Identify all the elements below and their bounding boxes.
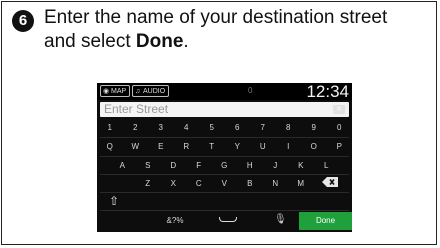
key-a[interactable]: A (110, 157, 136, 175)
key-5[interactable]: 5 (199, 119, 225, 137)
key-t[interactable]: T (199, 138, 225, 156)
clear-entry-button[interactable]: ✕ (333, 105, 345, 114)
key-v[interactable]: V (212, 175, 238, 193)
key-x[interactable]: X (161, 175, 187, 193)
key-3[interactable]: 3 (148, 119, 174, 137)
key-0[interactable]: 0 (327, 119, 353, 137)
street-entry-placeholder: Enter Street (104, 102, 169, 116)
key-o[interactable]: O (301, 138, 327, 156)
key-1[interactable]: 1 (97, 119, 123, 137)
key-4[interactable]: 4 (174, 119, 200, 137)
clock: 12:34 (306, 82, 349, 101)
map-button[interactable]: ◉ MAP (100, 85, 130, 97)
key-m[interactable]: M (288, 175, 314, 193)
instruction-period: . (183, 31, 189, 52)
key-c[interactable]: C (186, 175, 212, 193)
key-h[interactable]: H (237, 157, 263, 175)
key-q[interactable]: Q (97, 138, 123, 156)
instruction-card: 6 Enter the name of your destination str… (1, 1, 437, 245)
map-icon: ◉ (103, 88, 110, 95)
instruction-text: Enter the name of your destination stree… (44, 6, 424, 54)
number-key-row: 1234567890 (97, 119, 352, 137)
key-7[interactable]: 7 (250, 119, 276, 137)
key-n[interactable]: N (263, 175, 289, 193)
key-z[interactable]: Z (135, 175, 161, 193)
instruction-bold-done: Done (135, 31, 184, 52)
key-9[interactable]: 9 (301, 119, 327, 137)
key-u[interactable]: U (250, 138, 276, 156)
key-p[interactable]: P (327, 138, 353, 156)
key-s[interactable]: S (135, 157, 161, 175)
asdf-key-row: ASDFGHJKL (97, 157, 352, 175)
key-k[interactable]: K (288, 157, 314, 175)
street-entry-field[interactable]: Enter Street ✕ (100, 102, 349, 117)
key-w[interactable]: W (123, 138, 149, 156)
key-b[interactable]: B (237, 175, 263, 193)
space-bar-icon[interactable] (219, 217, 237, 222)
key-8[interactable]: 8 (276, 119, 302, 137)
key-d[interactable]: D (161, 157, 187, 175)
done-button[interactable]: Done (299, 212, 352, 230)
key-2[interactable]: 2 (123, 119, 149, 137)
status-indicator: 0 (248, 86, 253, 95)
key-j[interactable]: J (263, 157, 289, 175)
key-f[interactable]: F (186, 157, 212, 175)
audio-label: AUDIO (143, 88, 166, 95)
nav-screen: ◉ MAP ♫ AUDIO 0 12:34 Enter Street ✕ 12345… (97, 82, 352, 232)
top-bar: ◉ MAP ♫ AUDIO 0 12:34 (97, 82, 352, 101)
instruction-text-part: Enter the name of your destination stree… (44, 7, 388, 52)
audio-button[interactable]: ♫ AUDIO (132, 85, 169, 97)
shift-key-icon[interactable]: ⇧ (109, 194, 119, 208)
key-r[interactable]: R (174, 138, 200, 156)
map-label: MAP (111, 88, 127, 95)
voice-input-icon[interactable]: 🎙 (274, 213, 287, 227)
key-l[interactable]: L (314, 157, 340, 175)
symbols-key[interactable]: &?% (157, 212, 193, 230)
qwerty-key-row: QWERTYUIOP (97, 138, 352, 156)
key-i[interactable]: I (276, 138, 302, 156)
music-note-icon: ♫ (135, 88, 141, 95)
backspace-key-icon[interactable] (322, 177, 338, 187)
zxcv-key-row: ZXCVBNM (97, 175, 352, 193)
key-6[interactable]: 6 (225, 119, 251, 137)
key-e[interactable]: E (148, 138, 174, 156)
step-number-badge: 6 (12, 10, 34, 32)
key-divider (100, 210, 349, 211)
key-y[interactable]: Y (225, 138, 251, 156)
key-g[interactable]: G (212, 157, 238, 175)
